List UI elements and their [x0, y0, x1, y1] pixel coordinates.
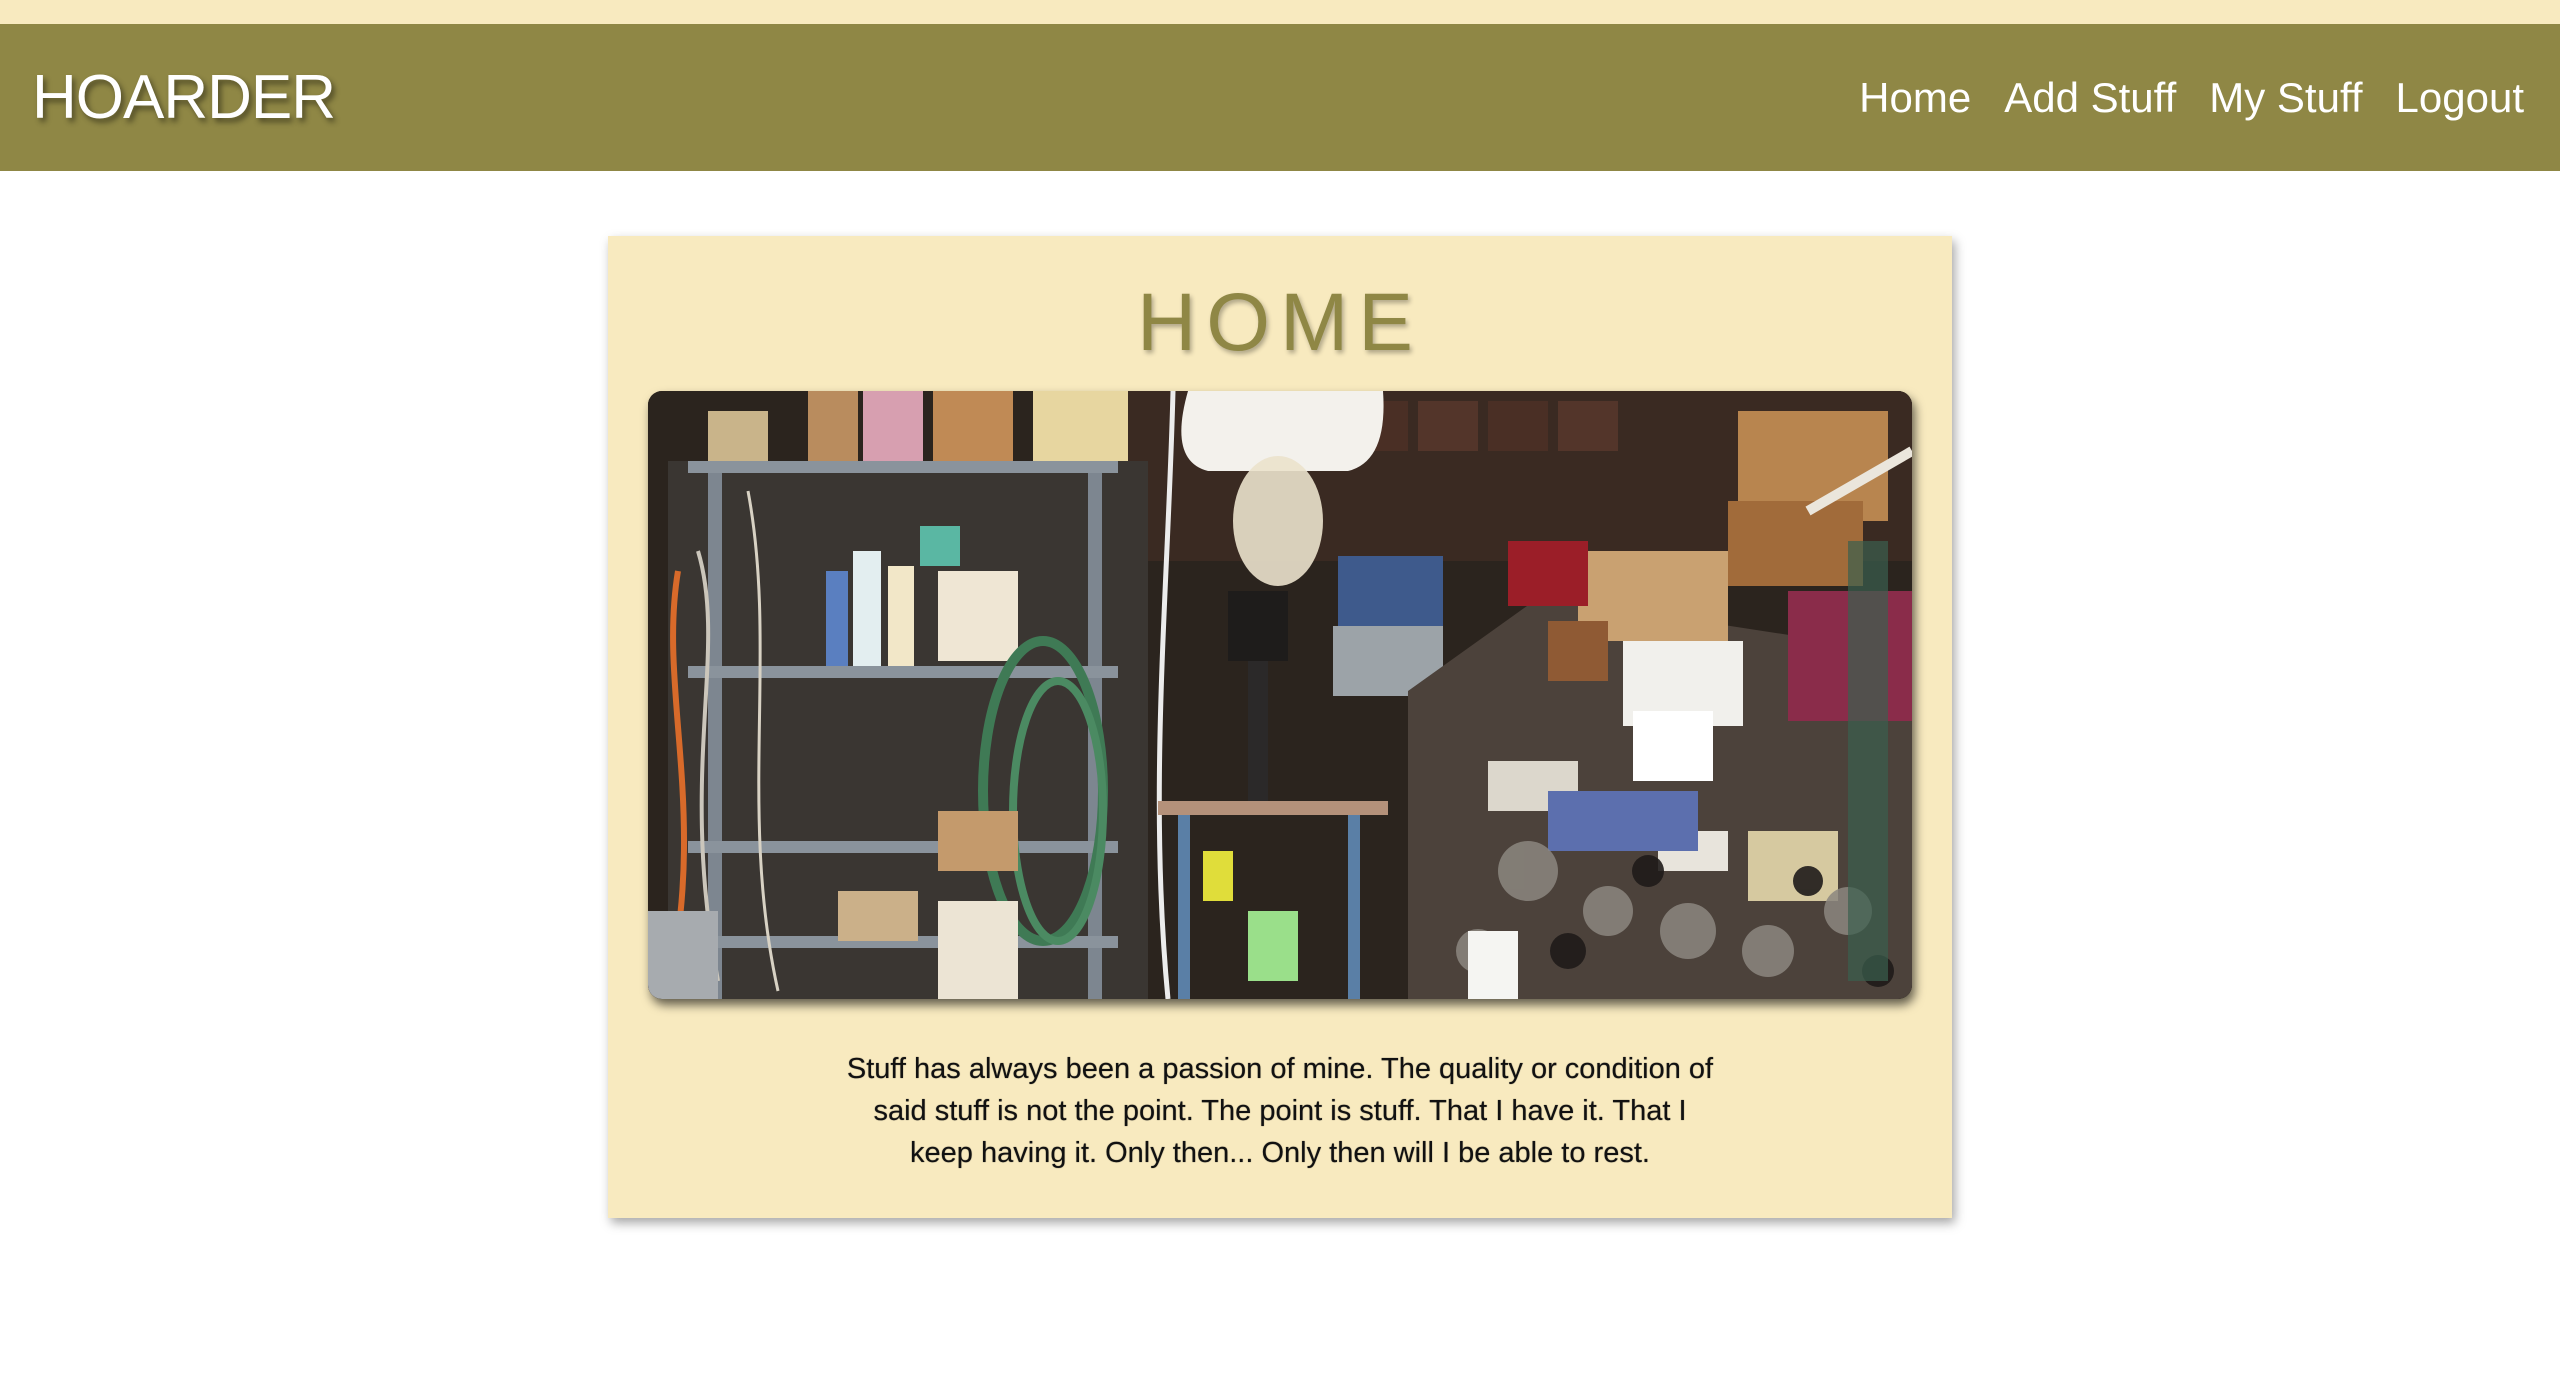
nav-link-logout[interactable]: Logout	[2396, 74, 2524, 122]
brand-logo[interactable]: HOARDER	[32, 62, 336, 133]
nav-menu: Home Add Stuff My Stuff Logout	[1859, 74, 2524, 122]
nav-link-home[interactable]: Home	[1859, 74, 1971, 122]
hoard-photo	[648, 391, 1912, 999]
page-title: HOME	[1137, 277, 1423, 368]
intro-text: Stuff has always been a passion of mine.…	[846, 1053, 1714, 1169]
home-card: HOME Stuff has always been a passion of …	[608, 236, 1952, 1218]
top-strip	[0, 0, 2560, 24]
navbar: HOARDER Home Add Stuff My Stuff Logout	[0, 24, 2560, 171]
nav-link-add-stuff[interactable]: Add Stuff	[2004, 74, 2176, 122]
nav-link-my-stuff[interactable]: My Stuff	[2209, 74, 2362, 122]
